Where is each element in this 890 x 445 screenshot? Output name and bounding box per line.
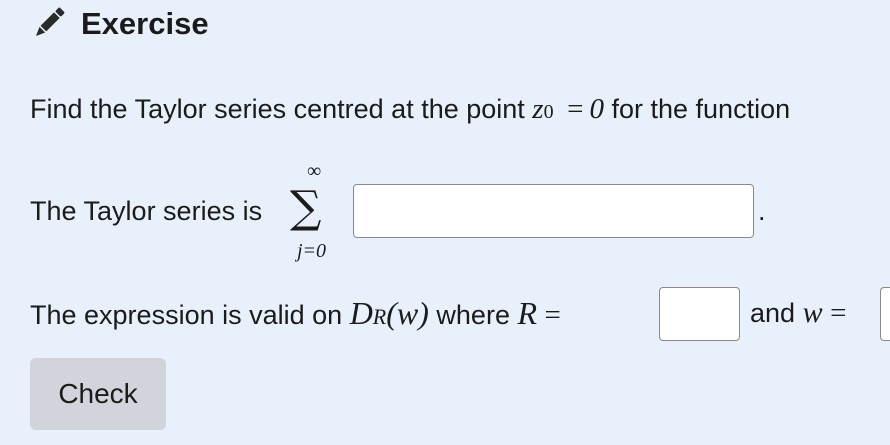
center-variable: w <box>802 296 823 329</box>
domain-subscript: R <box>372 304 387 329</box>
center-answer-input[interactable] <box>880 287 890 341</box>
question-prefix: Find the Taylor series centred at the po… <box>30 94 525 124</box>
radius-equals: = <box>544 299 561 331</box>
series-end-period: . <box>758 196 766 226</box>
center-equals: = <box>830 297 847 329</box>
and-text: and <box>750 298 796 328</box>
series-upper-limit: ∞ <box>307 160 322 182</box>
radius-answer-input[interactable] <box>659 287 740 341</box>
validity-text: The expression is valid on DR(w) where R… <box>30 296 561 334</box>
pencil-icon <box>35 7 65 37</box>
point-subscript: 0 <box>543 101 554 123</box>
validity-prefix: The expression is valid on <box>30 300 343 330</box>
center-text: and w = <box>750 296 846 330</box>
series-answer-input[interactable] <box>353 184 754 238</box>
point-equals: = <box>567 93 584 125</box>
exercise-title: Exercise <box>81 6 209 41</box>
series-label: The Taylor series is <box>30 196 263 226</box>
point-value: 0 <box>589 93 604 125</box>
domain-argument: (w) <box>386 295 429 331</box>
point-variable: z <box>532 93 544 125</box>
question-suffix: for the function <box>611 94 791 124</box>
series-lower-limit: j=0 <box>297 240 327 262</box>
check-button[interactable]: Check <box>30 358 166 430</box>
question-text: Find the Taylor series centred at the po… <box>30 92 790 129</box>
exercise-heading: Exercise <box>30 6 209 42</box>
radius-variable: R <box>517 295 538 331</box>
domain-variable: D <box>349 295 373 331</box>
summation-symbol: ∑ <box>290 182 322 233</box>
where-text: where <box>436 300 510 330</box>
